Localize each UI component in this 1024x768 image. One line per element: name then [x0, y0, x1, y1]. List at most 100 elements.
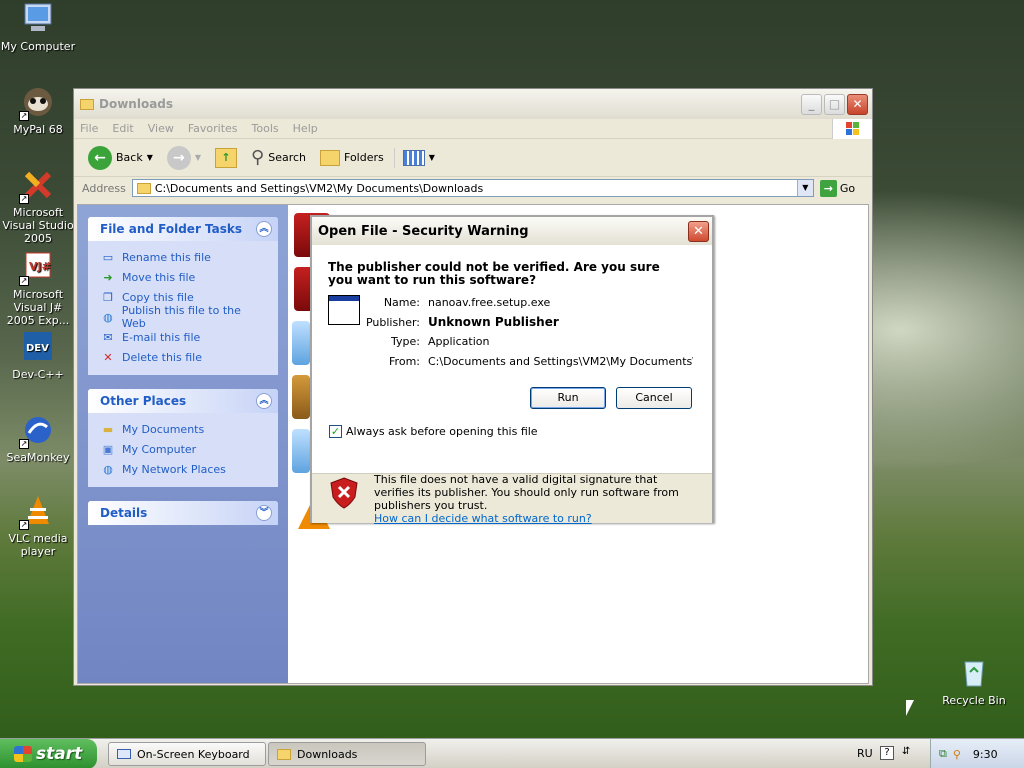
folder-icon [277, 748, 291, 760]
field-label: Name: [383, 296, 420, 310]
start-label: start [36, 744, 83, 764]
taskbar: start On-Screen Keyboard Downloads RU ? … [0, 738, 1024, 768]
folders-button[interactable]: Folders [316, 148, 388, 168]
desktop-icon-recycle-bin[interactable]: Recycle Bin [934, 656, 1014, 707]
expand-chevron-icon[interactable]: ︾ [256, 505, 272, 521]
search-label: Search [268, 151, 307, 164]
clock[interactable]: 9:30 [973, 748, 998, 761]
warning-text-block: This file does not have a valid digital … [374, 473, 694, 525]
language-indicator[interactable]: RU [857, 747, 873, 760]
devcpp-icon: DEV [21, 330, 55, 364]
visual-studio-icon: ↗ [19, 168, 55, 204]
place-my-network[interactable]: ◍ My Network Places [100, 459, 266, 479]
panel-title: Other Places [100, 394, 187, 408]
start-button[interactable]: start [0, 739, 97, 768]
chevron-down-icon[interactable]: ▼ [147, 153, 153, 162]
desktop-icon-my-computer[interactable]: My Computer [0, 2, 78, 53]
folders-icon [320, 149, 341, 166]
menu-tools[interactable]: Tools [252, 122, 279, 135]
desktop-icon-label: My Computer [0, 40, 76, 53]
desktop-icon-devcpp[interactable]: DEV Dev-C++ [0, 330, 78, 381]
search-button[interactable]: ⚲ Search [247, 145, 310, 170]
details-panel: Details ︾ [88, 501, 278, 525]
desktop-icon-label: Microsoft Visual J# 2005 Exp... [6, 288, 70, 327]
chevron-down-icon[interactable]: ▼ [429, 153, 435, 162]
close-button[interactable]: ✕ [847, 93, 868, 115]
menu-bar: File Edit View Favorites Tools Help [74, 119, 872, 139]
toolbar: ← Back ▼ → ▼ ↑ ⚲ Search Folders ▼ [74, 139, 872, 177]
forward-button[interactable]: → ▼ [163, 144, 205, 172]
help-link[interactable]: How can I decide what software to run? [374, 512, 592, 525]
collapse-chevron-icon[interactable]: ︽ [256, 393, 272, 409]
views-button[interactable]: ▼ [393, 147, 439, 168]
file-name-value: nanoav.free.setup.exe [428, 296, 551, 310]
always-ask-checkbox[interactable]: ✓ [329, 425, 342, 438]
network-tray-icon[interactable]: ⧉ [939, 747, 947, 761]
search-icon: ⚲ [251, 147, 265, 168]
publisher-value: Unknown Publisher [428, 315, 559, 330]
file-item-icon[interactable] [292, 321, 310, 365]
minimize-button[interactable]: _ [801, 93, 822, 115]
file-item-icon[interactable] [292, 375, 310, 419]
desktop-icon-mypal[interactable]: ↗ MyPal 68 [0, 85, 78, 136]
search-tray-icon[interactable]: ⚲ [953, 748, 961, 761]
svg-text:VJ#: VJ# [29, 260, 51, 273]
taskbar-button-keyboard[interactable]: On-Screen Keyboard [108, 742, 266, 766]
menu-view[interactable]: View [148, 122, 174, 135]
address-input[interactable]: C:\Documents and Settings\VM2\My Documen… [131, 179, 814, 197]
always-ask-checkbox-row[interactable]: ✓ Always ask before opening this file [329, 425, 538, 438]
forward-arrow-icon: → [166, 145, 191, 170]
dialog-close-button[interactable]: ✕ [688, 220, 709, 242]
desktop-icon-vlc[interactable]: ↗ VLC media player [0, 494, 78, 558]
dialog-title-bar[interactable]: Open File - Security Warning ✕ [312, 217, 712, 245]
task-delete[interactable]: ✕ Delete this file [100, 347, 266, 367]
folder-icon: ▬ [102, 422, 114, 436]
taskbar-button-downloads[interactable]: Downloads [268, 742, 426, 766]
task-email[interactable]: ✉ E-mail this file [100, 327, 266, 347]
email-icon: ✉ [103, 330, 113, 344]
file-folder-tasks-panel: File and Folder Tasks ︽ ▭ Rename this fil… [88, 217, 278, 375]
address-bar: Address C:\Documents and Settings\VM2\My… [74, 177, 872, 199]
menu-file[interactable]: File [80, 122, 98, 135]
panel-header[interactable]: Details ︾ [88, 501, 278, 525]
explorer-title-bar[interactable]: Downloads _ □ ✕ [74, 89, 872, 119]
shield-warning-icon [330, 477, 358, 509]
desktop-icon-seamonkey[interactable]: ↗ SeaMonkey [0, 413, 78, 464]
file-item-icon[interactable] [292, 429, 310, 473]
maximize-button[interactable]: □ [824, 93, 845, 115]
desktop-icon-visual-jsharp[interactable]: VJ# ↗ Microsoft Visual J# 2005 Exp... [0, 250, 78, 327]
dialog-question: The publisher could not be verified. Are… [328, 260, 660, 287]
security-warning-dialog[interactable]: Open File - Security Warning ✕ The publi… [310, 215, 714, 525]
task-publish[interactable]: ◍ Publish this file to the Web [100, 304, 266, 330]
go-button[interactable]: → Go [819, 179, 855, 197]
recycle-bin-icon [957, 656, 991, 690]
back-button[interactable]: ← Back ▼ [84, 144, 157, 172]
menu-help[interactable]: Help [293, 122, 318, 135]
panel-title: Details [100, 506, 148, 520]
run-button[interactable]: Run [530, 387, 606, 409]
menu-favorites[interactable]: Favorites [188, 122, 238, 135]
other-places-panel: Other Places ︽ ▬ My Documents ▣ My Compute… [88, 389, 278, 487]
chevron-down-icon[interactable]: ▼ [195, 153, 201, 162]
cancel-button[interactable]: Cancel [616, 387, 692, 409]
task-move[interactable]: ➜ Move this file [100, 267, 266, 287]
language-options-icon[interactable]: ⇵ [902, 746, 910, 757]
from-value: C:\Documents and Settings\VM2\My Documen… [428, 354, 693, 368]
panel-header[interactable]: Other Places ︽ [88, 389, 278, 413]
warning-area: This file does not have a valid digital … [312, 473, 712, 525]
desktop-icon-visual-studio[interactable]: ↗ Microsoft Visual Studio 2005 [0, 168, 78, 245]
window-title: Downloads [99, 97, 174, 111]
place-my-computer[interactable]: ▣ My Computer [100, 439, 266, 459]
delete-icon: ✕ [103, 350, 113, 364]
task-rename[interactable]: ▭ Rename this file [100, 247, 266, 267]
menu-edit[interactable]: Edit [112, 122, 133, 135]
back-label: Back [116, 151, 143, 164]
collapse-chevron-icon[interactable]: ︽ [256, 221, 272, 237]
folder-icon [80, 98, 94, 110]
place-my-documents[interactable]: ▬ My Documents [100, 419, 266, 439]
address-dropdown-icon[interactable]: ▼ [796, 180, 813, 196]
help-icon[interactable]: ? [880, 746, 894, 760]
field-label: Publisher: [365, 315, 420, 329]
up-button[interactable]: ↑ [211, 146, 241, 170]
panel-header[interactable]: File and Folder Tasks ︽ [88, 217, 278, 241]
